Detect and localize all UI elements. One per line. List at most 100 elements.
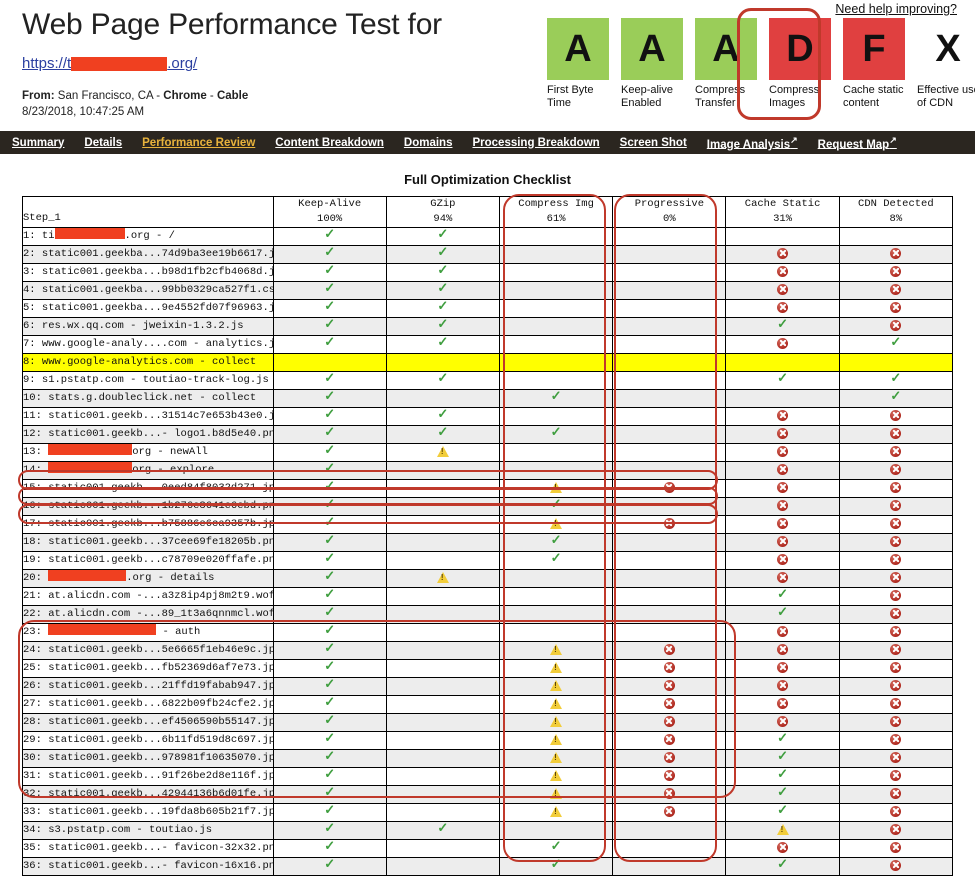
table-row[interactable]: 19: static001.geekb...c78709e020ffafe.pn… [22, 551, 954, 570]
request-url-cell[interactable]: 26: static001.geekb...21ffd19fabab947.jp… [22, 677, 274, 696]
redacted-domain-block [54, 228, 125, 239]
request-url-cell[interactable]: 5: static001.geekba...9e4552fd07f96963.j… [22, 299, 274, 318]
request-url-cell[interactable]: 30: static001.geekb...978981f10635070.jp… [22, 749, 274, 768]
table-row[interactable]: 3: static001.geekba...b98d1fb2cfb4068d.j… [22, 263, 954, 282]
redacted-domain-block [48, 444, 133, 455]
tested-url-link[interactable]: https://t .org/ [22, 55, 197, 72]
table-row[interactable]: 34: s3.pstatp.com - toutiao.js ✓ ✓ [22, 821, 954, 840]
request-url-cell[interactable]: 31: static001.geekb...91f26be2d8e116f.jp… [22, 767, 274, 786]
nav-item-request-map[interactable]: Request Map↗ [818, 135, 897, 151]
nav-item-summary[interactable]: Summary [12, 137, 64, 149]
status-cell-cdn-detected [838, 677, 954, 696]
table-row[interactable]: 8: www.google-analytics.com - collect [22, 353, 954, 372]
table-row[interactable]: 29: static001.geekb...6b11fd519d8c697.jp… [22, 731, 954, 750]
table-row[interactable]: 15: static001.geekb...0eed84f8032d271.jp… [22, 479, 954, 498]
table-row[interactable]: 32: static001.geekb...42944136b6d01fe.jp… [22, 785, 954, 804]
table-row[interactable]: 1: ti .org - / ✓ ✓ [22, 227, 954, 246]
table-row[interactable]: 7: www.google-analy....com - analytics.j… [22, 335, 954, 354]
table-row[interactable]: 33: static001.geekb...19fda8b605b21f7.jp… [22, 803, 954, 822]
table-row[interactable]: 35: static001.geekb...- favicon-32x32.pn… [22, 839, 954, 858]
request-url-cell[interactable]: 14: org - explore [22, 461, 274, 480]
request-url-cell[interactable]: 3: static001.geekba...b98d1fb2cfb4068d.j… [22, 263, 274, 282]
status-cell-keep-alive: ✓ [272, 299, 387, 318]
table-row[interactable]: 36: static001.geekb...- favicon-16x16.pn… [22, 857, 954, 876]
nav-item-image-analysis[interactable]: Image Analysis↗ [707, 135, 798, 151]
request-url-cell[interactable]: 9: s1.pstatp.com - toutiao-track-log.js [22, 371, 274, 390]
nav-item-details[interactable]: Details [84, 137, 122, 149]
request-url-cell[interactable]: 10: stats.g.doubleclick.net - collect [22, 389, 274, 408]
request-url-cell[interactable]: 2: static001.geekba...74d9ba3ee19b6617.j… [22, 245, 274, 264]
nav-item-content-breakdown[interactable]: Content Breakdown [275, 137, 384, 149]
request-url-cell[interactable]: 11: static001.geekb...31514c7e653b43e0.j… [22, 407, 274, 426]
request-url-cell[interactable]: 34: s3.pstatp.com - toutiao.js [22, 821, 274, 840]
table-row[interactable]: 27: static001.geekb...6822b09fb24cfe2.jp… [22, 695, 954, 714]
nav-item-performance-review[interactable]: Performance Review [142, 137, 255, 149]
table-row[interactable]: 30: static001.geekb...978981f10635070.jp… [22, 749, 954, 768]
request-url-cell[interactable]: 23: - auth [22, 623, 274, 642]
table-row[interactable]: 28: static001.geekb...ef4506590b55147.jp… [22, 713, 954, 732]
request-url-cell[interactable]: 12: static001.geekb...- logo1.b8d5e40.pn… [22, 425, 274, 444]
table-row[interactable]: 14: org - explore ✓ [22, 461, 954, 480]
request-url-cell[interactable]: 20: .org - details [22, 569, 274, 588]
status-cell-compress-img [498, 479, 614, 498]
request-url-cell[interactable]: 7: www.google-analy....com - analytics.j… [22, 335, 274, 354]
request-url-cell[interactable]: 17: static001.geekb...b75886e6ca9357b.jp… [22, 515, 274, 534]
request-url-cell[interactable]: 1: ti .org - / [22, 227, 274, 246]
nav-item-domains[interactable]: Domains [404, 137, 453, 149]
external-link-icon: ↗ [889, 134, 897, 145]
table-row[interactable]: 23: - auth ✓ [22, 623, 954, 642]
request-url-cell[interactable]: 28: static001.geekb...ef4506590b55147.jp… [22, 713, 274, 732]
table-row[interactable]: 17: static001.geekb...b75886e6ca9357b.jp… [22, 515, 954, 534]
status-cell-gzip [385, 515, 501, 534]
table-row[interactable]: 6: res.wx.qq.com - jweixin-1.3.2.js ✓ ✓ ✓ [22, 317, 954, 336]
request-url-cell[interactable]: 21: at.alicdn.com -...a3z8ip4pj8m2t9.wof… [22, 587, 274, 606]
request-url-cell[interactable]: 8: www.google-analytics.com - collect [22, 353, 274, 372]
url-text-suffix: - auth [156, 626, 201, 638]
need-help-improving-link[interactable]: Need help improving? [835, 2, 957, 16]
table-row[interactable]: 24: static001.geekb...5e6665f1eb46e9c.jp… [22, 641, 954, 660]
request-url-cell[interactable]: 4: static001.geekba...99bb0329ca527f1.cs… [22, 281, 274, 300]
main-navigation[interactable]: Summary Details Performance Review Content … [0, 131, 975, 154]
table-row[interactable]: 16: static001.geekb...1b276e3641e6ebd.pn… [22, 497, 954, 516]
nav-item-processing-breakdown[interactable]: Processing Breakdown [472, 137, 599, 149]
status-cell-cache-static [725, 353, 840, 372]
status-cell-compress-img [498, 263, 614, 282]
table-row[interactable]: 13: org - newAll ✓ [22, 443, 954, 462]
table-row[interactable]: 11: static001.geekb...31514c7e653b43e0.j… [22, 407, 954, 426]
request-url-cell[interactable]: 18: static001.geekb...37cee69fe18205b.pn… [22, 533, 274, 552]
table-row[interactable]: 20: .org - details ✓ [22, 569, 954, 588]
request-url-cell[interactable]: 36: static001.geekb...- favicon-16x16.pn… [22, 857, 274, 876]
request-url-cell[interactable]: 29: static001.geekb...6b11fd519d8c697.jp… [22, 731, 274, 750]
table-row[interactable]: 21: at.alicdn.com -...a3z8ip4pj8m2t9.wof… [22, 587, 954, 606]
request-url-cell[interactable]: 33: static001.geekb...19fda8b605b21f7.jp… [22, 803, 274, 822]
table-row[interactable]: 18: static001.geekb...37cee69fe18205b.pn… [22, 533, 954, 552]
table-row[interactable]: 4: static001.geekba...99bb0329ca527f1.cs… [22, 281, 954, 300]
request-url-cell[interactable]: 32: static001.geekb...42944136b6d01fe.jp… [22, 785, 274, 804]
table-row[interactable]: 31: static001.geekb...91f26be2d8e116f.jp… [22, 767, 954, 786]
check-icon: ✓ [324, 515, 336, 530]
status-cell-progressive [612, 785, 727, 804]
nav-item-screen-shot[interactable]: Screen Shot [620, 137, 687, 149]
table-row[interactable]: 10: stats.g.doubleclick.net - collect ✓ ✓ ✓ [22, 389, 954, 408]
table-row[interactable]: 25: static001.geekb...fb52369d6af7e73.jp… [22, 659, 954, 678]
request-url-cell[interactable]: 25: static001.geekb...fb52369d6af7e73.jp… [22, 659, 274, 678]
request-url-cell[interactable]: 13: org - newAll [22, 443, 274, 462]
request-url-cell[interactable]: 19: static001.geekb...c78709e020ffafe.pn… [22, 551, 274, 570]
table-row[interactable]: 22: at.alicdn.com -...89_1t3a6qnnmcl.wof… [22, 605, 954, 624]
table-row[interactable]: 2: static001.geekba...74d9ba3ee19b6617.j… [22, 245, 954, 264]
request-url-cell[interactable]: 27: static001.geekb...6822b09fb24cfe2.jp… [22, 695, 274, 714]
table-row[interactable]: 26: static001.geekb...21ffd19fabab947.jp… [22, 677, 954, 696]
request-url-cell[interactable]: 35: static001.geekb...- favicon-32x32.pn… [22, 839, 274, 858]
request-url-cell[interactable]: 22: at.alicdn.com -...89_1t3a6qnnmcl.wof… [22, 605, 274, 624]
table-row[interactable]: 9: s1.pstatp.com - toutiao-track-log.js ✓… [22, 371, 954, 390]
request-url-cell[interactable]: 24: static001.geekb...5e6665f1eb46e9c.jp… [22, 641, 274, 660]
request-url-cell[interactable]: 15: static001.geekb...0eed84f8032d271.jp… [22, 479, 274, 498]
check-icon: ✓ [324, 317, 336, 332]
status-cell-gzip: ✓ [385, 425, 501, 444]
request-url-cell[interactable]: 16: static001.geekb...1b276e3641e6ebd.pn… [22, 497, 274, 516]
table-row[interactable]: 5: static001.geekba...9e4552fd07f96963.j… [22, 299, 954, 318]
table-row[interactable]: 12: static001.geekb...- logo1.b8d5e40.pn… [22, 425, 954, 444]
request-url-cell[interactable]: 6: res.wx.qq.com - jweixin-1.3.2.js [22, 317, 274, 336]
status-cell-cdn-detected [838, 317, 954, 336]
status-cell-cdn-detected [838, 713, 954, 732]
